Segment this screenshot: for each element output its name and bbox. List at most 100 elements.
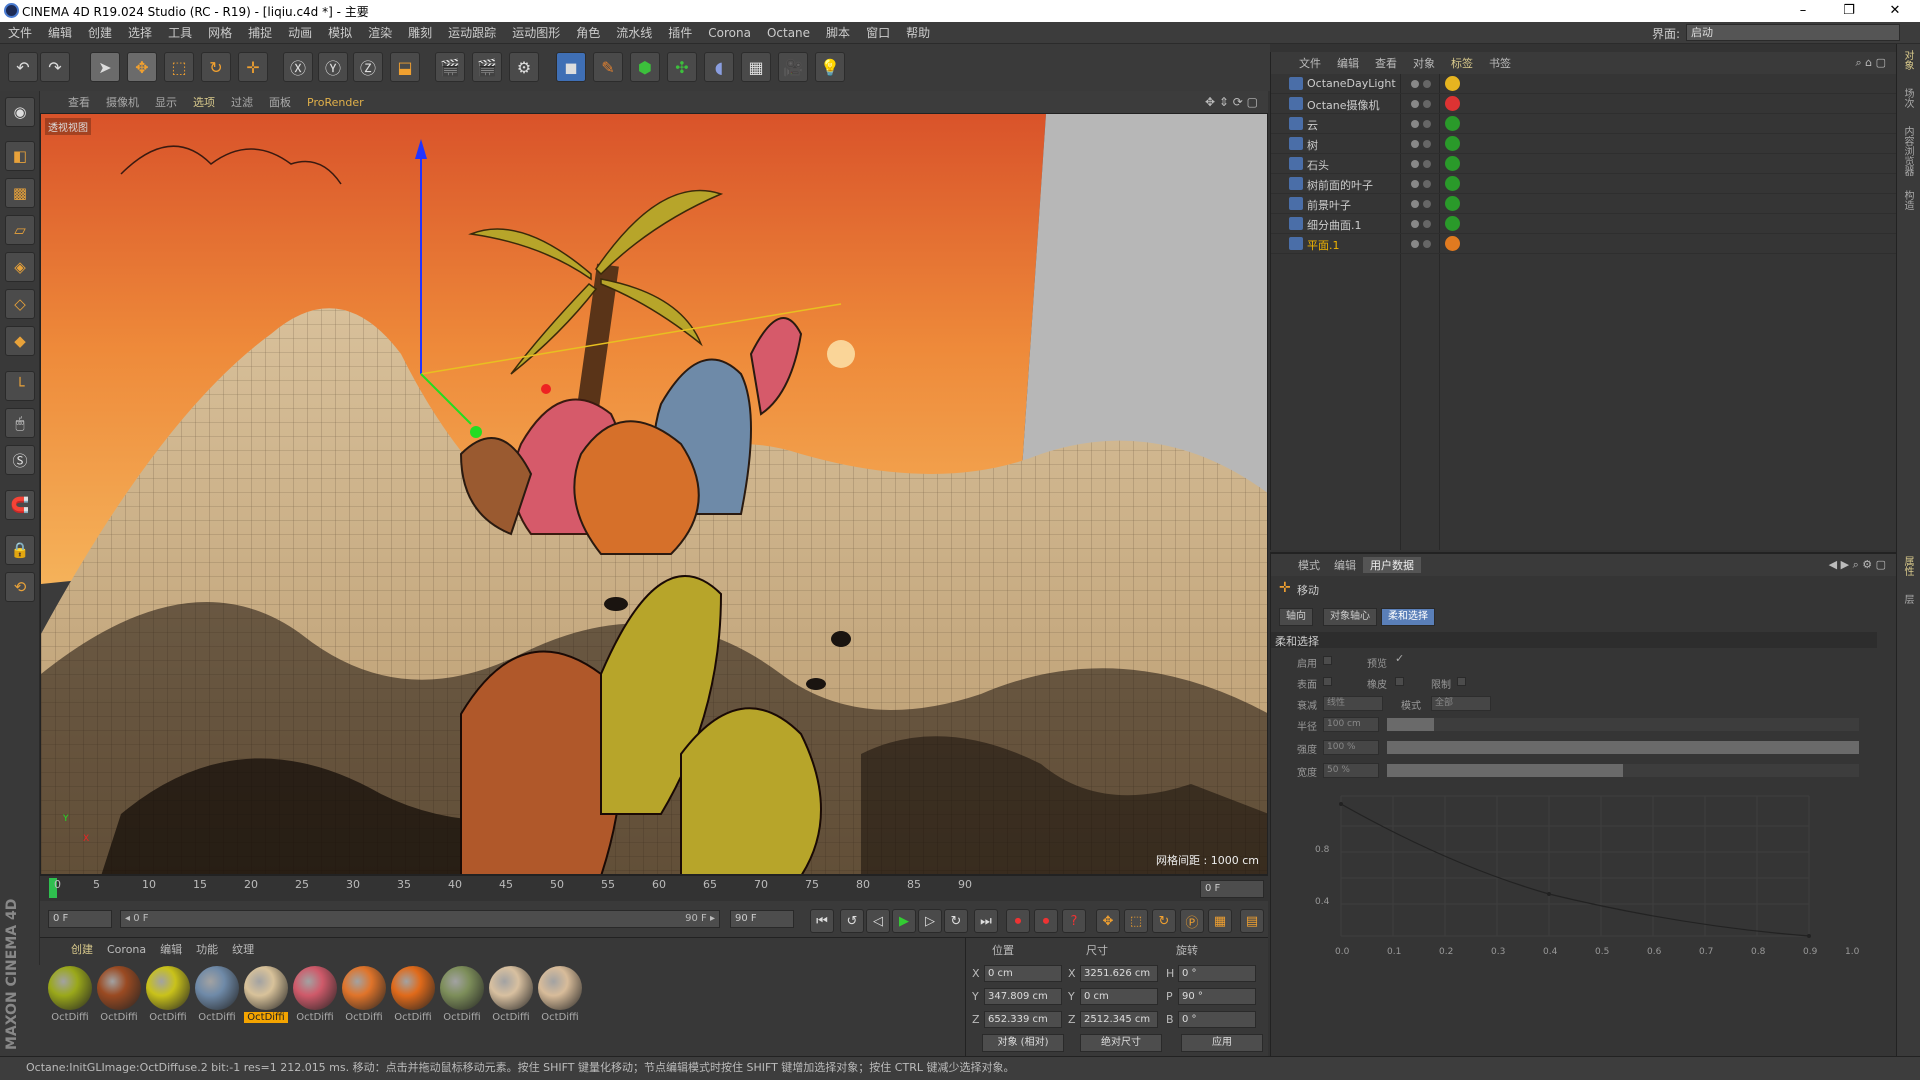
mat-menu-create[interactable]: 创建: [64, 941, 100, 957]
keyframe-selection-icon[interactable]: ?: [1062, 909, 1086, 933]
vp-menu-filter[interactable]: 过滤: [223, 94, 261, 110]
menu-plugins[interactable]: 插件: [660, 24, 700, 41]
object-row[interactable]: 细分曲面.1: [1271, 214, 1897, 234]
menu-animate[interactable]: 动画: [280, 24, 320, 41]
object-row[interactable]: 树: [1271, 134, 1897, 154]
editor-visibility-dot[interactable]: [1411, 220, 1419, 228]
mat-menu-edit[interactable]: 编辑: [153, 941, 189, 957]
lock-workplane-icon[interactable]: 🔒: [5, 535, 35, 565]
attr-menu-userdata[interactable]: 用户数据: [1363, 557, 1421, 573]
light-icon[interactable]: 💡: [815, 52, 845, 82]
tab-axis[interactable]: 轴向: [1279, 608, 1313, 626]
go-to-end-icon[interactable]: ⏭: [974, 909, 998, 933]
width-field[interactable]: 50 %: [1323, 763, 1379, 778]
render-visibility-dot[interactable]: [1423, 180, 1431, 188]
timeline-window-icon[interactable]: ▤: [1240, 909, 1264, 933]
tab-attributes[interactable]: 属性: [1902, 556, 1915, 576]
radius-slider[interactable]: [1387, 718, 1859, 731]
menu-sculpt[interactable]: 雕刻: [400, 24, 440, 41]
menu-render[interactable]: 渲染: [360, 24, 400, 41]
planar-workplane-icon[interactable]: ⟲: [5, 572, 35, 602]
obj-menu-file[interactable]: 文件: [1291, 55, 1329, 71]
menu-help[interactable]: 帮助: [898, 24, 938, 41]
render-visibility-dot[interactable]: [1423, 120, 1431, 128]
cloner-icon[interactable]: ✣: [667, 52, 697, 82]
object-row[interactable]: 前景叶子: [1271, 194, 1897, 214]
size-x-field[interactable]: 3251.626 cm: [1080, 965, 1158, 982]
material-swatch[interactable]: OctDiffi: [146, 966, 190, 1026]
enable-checkbox[interactable]: [1323, 656, 1332, 665]
texture-mode-icon[interactable]: ▩: [5, 178, 35, 208]
scale-icon[interactable]: ⬚: [164, 52, 194, 82]
render-visibility-dot[interactable]: [1423, 240, 1431, 248]
cube-primitive-icon[interactable]: ◼: [556, 52, 586, 82]
menu-character[interactable]: 角色: [568, 24, 608, 41]
material-swatch[interactable]: OctDiffi: [195, 966, 239, 1026]
pos-z-field[interactable]: 652.339 cm: [984, 1011, 1062, 1028]
editor-visibility-dot[interactable]: [1411, 140, 1419, 148]
attr-nav-icons[interactable]: ◀ ▶ ⌕ ⚙ ▢: [1829, 558, 1886, 572]
deformer-icon[interactable]: ◖: [704, 52, 734, 82]
tab-soft-selection[interactable]: 柔和选择: [1381, 608, 1435, 626]
close-button[interactable]: ✕: [1872, 0, 1918, 22]
menu-edit[interactable]: 编辑: [40, 24, 80, 41]
surface-checkbox[interactable]: [1323, 677, 1332, 686]
editor-visibility-dot[interactable]: [1411, 240, 1419, 248]
menu-motion-tracking[interactable]: 运动跟踪: [440, 24, 504, 41]
material-swatch[interactable]: OctDiffi: [440, 966, 484, 1026]
menu-window[interactable]: 窗口: [858, 24, 898, 41]
next-key-icon[interactable]: ↻: [944, 909, 968, 933]
auto-keyframe-icon[interactable]: ⏺: [1034, 909, 1058, 933]
material-swatch[interactable]: OctDiffi: [97, 966, 141, 1026]
undo-icon[interactable]: ↶: [8, 52, 38, 82]
material-swatch[interactable]: OctDiffi: [342, 966, 386, 1026]
axis-mode-icon[interactable]: └: [5, 371, 35, 401]
vp-menu-display[interactable]: 显示: [147, 94, 185, 110]
tab-takes[interactable]: 场次: [1902, 88, 1915, 108]
object-tag-icon[interactable]: [1445, 136, 1460, 151]
camera-icon[interactable]: 🎥: [778, 52, 808, 82]
coord-mode-select[interactable]: 对象 (相对): [982, 1034, 1064, 1052]
preview-check-icon[interactable]: ✓: [1395, 652, 1404, 665]
solo-mode-icon[interactable]: Ⓢ: [5, 445, 35, 475]
preview-range-slider[interactable]: ◂ 0 F 90 F ▸: [120, 910, 720, 928]
object-row[interactable]: OctaneDayLight: [1271, 74, 1897, 94]
attr-menu-mode[interactable]: 模式: [1291, 557, 1327, 573]
render-visibility-dot[interactable]: [1423, 100, 1431, 108]
menu-snap[interactable]: 捕捉: [240, 24, 280, 41]
prev-key-icon[interactable]: ↺: [840, 909, 864, 933]
strength-field[interactable]: 100 %: [1323, 740, 1379, 755]
tab-content-browser[interactable]: 内容浏览器: [1902, 126, 1915, 176]
octane-live-viewer-icon[interactable]: ◉: [5, 97, 35, 127]
mode-select[interactable]: 全部: [1431, 696, 1491, 711]
strength-slider[interactable]: [1387, 741, 1859, 754]
menu-mesh[interactable]: 网格: [200, 24, 240, 41]
vp-menu-prorender[interactable]: ProRender: [299, 96, 372, 109]
layout-select[interactable]: 启动: [1686, 24, 1900, 41]
limit-checkbox[interactable]: [1457, 677, 1466, 686]
material-swatch[interactable]: OctDiffi: [293, 966, 337, 1026]
mat-menu-function[interactable]: 功能: [189, 941, 225, 957]
render-visibility-dot[interactable]: [1423, 160, 1431, 168]
editor-visibility-dot[interactable]: [1411, 100, 1419, 108]
object-tag-icon[interactable]: [1445, 156, 1460, 171]
render-settings-icon[interactable]: ⚙: [509, 52, 539, 82]
menu-octane[interactable]: Octane: [759, 26, 818, 40]
menu-select[interactable]: 选择: [120, 24, 160, 41]
object-row[interactable]: 平面.1: [1271, 234, 1897, 254]
object-row[interactable]: 石头: [1271, 154, 1897, 174]
menu-tools[interactable]: 工具: [160, 24, 200, 41]
object-row[interactable]: 云: [1271, 114, 1897, 134]
move-icon[interactable]: ✥: [127, 52, 157, 82]
object-tag-icon[interactable]: [1445, 176, 1460, 191]
go-to-start-icon[interactable]: ⏮: [810, 909, 834, 933]
obj-menu-bookmarks[interactable]: 书签: [1481, 55, 1519, 71]
object-tag-icon[interactable]: [1445, 76, 1460, 91]
end-frame-field[interactable]: 90 F: [730, 910, 794, 928]
object-row[interactable]: 树前面的叶子: [1271, 174, 1897, 194]
menu-simulate[interactable]: 模拟: [320, 24, 360, 41]
next-frame-icon[interactable]: ▷: [918, 909, 942, 933]
rotate-icon[interactable]: ↻: [201, 52, 231, 82]
x-axis-lock-icon[interactable]: Ⓧ: [283, 52, 313, 82]
render-visibility-dot[interactable]: [1423, 220, 1431, 228]
